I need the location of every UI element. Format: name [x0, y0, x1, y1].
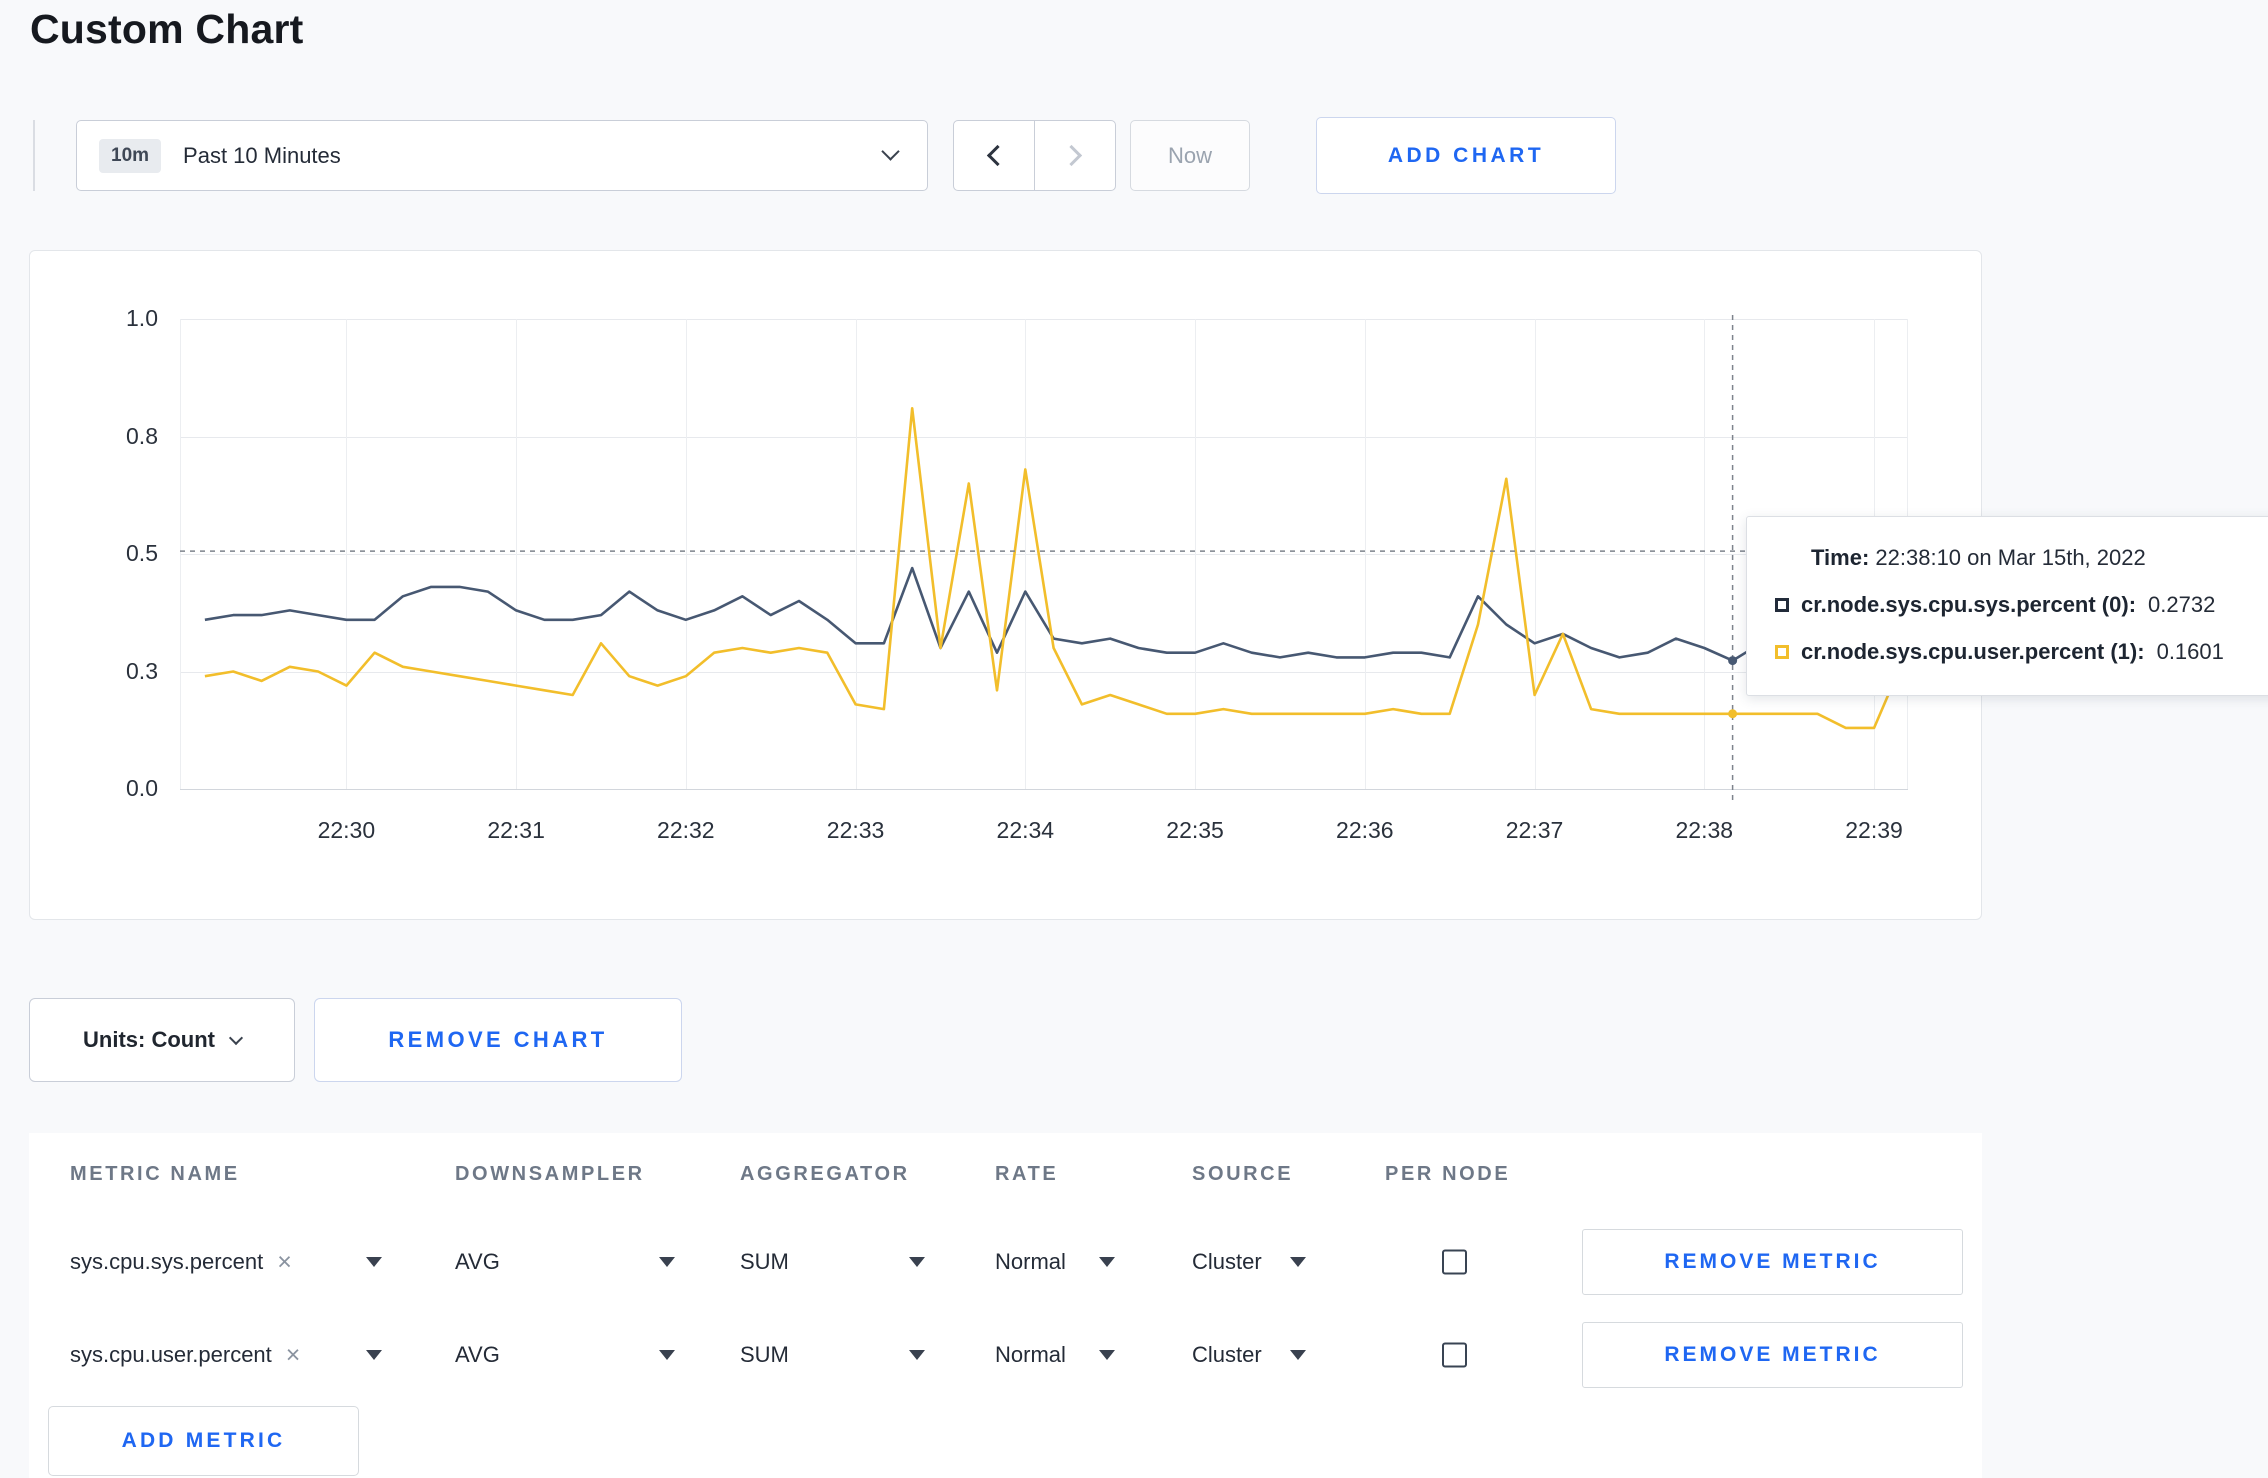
x-axis-label: 22:31 [487, 817, 545, 843]
metric-name-select[interactable]: sys.cpu.sys.percent × [70, 1225, 382, 1299]
tooltip-series-label: cr.node.sys.cpu.user.percent (1): [1801, 639, 2145, 664]
x-axis-label: 22:34 [996, 817, 1055, 843]
prev-time-button[interactable] [954, 121, 1035, 190]
chevron-left-icon [986, 144, 1009, 167]
rate-value: Normal [995, 1249, 1066, 1274]
x-axis-label: 22:33 [826, 817, 885, 843]
metric-row: sys.cpu.user.percent × AVG SUM Normal Cl… [29, 1318, 1982, 1392]
x-axis-label: 22:35 [1166, 817, 1224, 843]
tooltip-series-value: 0.2732 [2148, 592, 2216, 617]
column-header-source: SOURCE [1192, 1163, 1294, 1185]
remove-chart-button[interactable]: REMOVE CHART [314, 998, 682, 1082]
aggregator-value: SUM [740, 1342, 789, 1367]
y-axis-label: 0.8 [126, 422, 158, 449]
gridline [180, 789, 1908, 790]
y-axis-label: 1.0 [126, 305, 158, 331]
chevron-right-icon [1060, 144, 1083, 167]
metrics-table: METRIC NAME DOWNSAMPLER AGGREGATOR RATE … [29, 1133, 1982, 1478]
chart-tooltip: Time: 22:38:10 on Mar 15th, 2022 cr.node… [1746, 516, 2268, 696]
next-time-button[interactable] [1035, 121, 1115, 190]
chart-card: 0.0 0.3 0.5 0.8 1.0 22:30 22:31 22:32 22:33 22:34… [29, 250, 1982, 920]
units-label: Units: Count [83, 1027, 215, 1052]
plot-area[interactable]: 0.0 0.3 0.5 0.8 1.0 22:30 22:31 22:32 22:33 22:34… [126, 305, 1908, 843]
caret-down-icon [1290, 1257, 1306, 1267]
x-axis-label: 22:38 [1675, 817, 1734, 843]
clear-metric-x-icon[interactable]: × [286, 1342, 301, 1368]
caret-down-icon [1290, 1350, 1306, 1360]
time-range-badge: 10m [99, 138, 162, 173]
x-axis-label: 22:36 [1336, 817, 1394, 843]
column-header-downsampler: DOWNSAMPLER [455, 1163, 645, 1185]
caret-down-icon [366, 1257, 382, 1267]
rate-select[interactable]: Normal [995, 1318, 1115, 1392]
downsampler-select[interactable]: AVG [455, 1225, 675, 1299]
y-axis-label: 0.5 [126, 540, 158, 566]
source-value: Cluster [1192, 1342, 1262, 1367]
aggregator-select[interactable]: SUM [740, 1318, 925, 1392]
rate-value: Normal [995, 1342, 1066, 1367]
y-axis-label: 0.3 [126, 657, 158, 684]
caret-down-icon [1099, 1257, 1115, 1267]
caret-down-icon [1099, 1350, 1115, 1360]
tooltip-series-value: 0.1601 [2156, 639, 2224, 664]
metric-row: sys.cpu.sys.percent × AVG SUM Normal Clu… [29, 1225, 1982, 1299]
tooltip-series-row: cr.node.sys.cpu.user.percent (1): 0.1601 [1775, 639, 2262, 665]
add-chart-button[interactable]: ADD CHART [1316, 117, 1616, 194]
caret-down-icon [366, 1350, 382, 1360]
column-header-metric-name: METRIC NAME [70, 1163, 240, 1185]
clear-metric-x-icon[interactable]: × [277, 1249, 292, 1275]
column-header-per-node: PER NODE [1385, 1163, 1511, 1185]
series-line-1 [204, 407, 1904, 730]
aggregator-select[interactable]: SUM [740, 1225, 925, 1299]
downsampler-value: AVG [455, 1342, 500, 1367]
metric-name-value: sys.cpu.sys.percent [70, 1249, 264, 1274]
units-select[interactable]: Units: Count [29, 998, 295, 1082]
tooltip-time-label: Time: [1811, 545, 1870, 570]
downsampler-select[interactable]: AVG [455, 1318, 675, 1392]
source-value: Cluster [1192, 1249, 1262, 1274]
caret-down-icon [909, 1350, 925, 1360]
crosshair-point [1728, 656, 1738, 666]
series-swatch-icon [1775, 645, 1789, 659]
metric-name-value: sys.cpu.user.percent [70, 1342, 272, 1367]
time-nav-group [953, 120, 1116, 191]
x-axis-label: 22:32 [657, 817, 715, 843]
per-node-checkbox[interactable] [1442, 1342, 1467, 1368]
series-swatch-icon [1775, 598, 1789, 612]
y-axis-label: 0.0 [126, 775, 158, 801]
source-select[interactable]: Cluster [1192, 1318, 1306, 1392]
toolbar-divider [33, 120, 35, 191]
x-axis-label: 22:37 [1505, 817, 1564, 843]
time-range-label: Past 10 Minutes [183, 142, 341, 168]
x-axis-label: 22:39 [1845, 817, 1903, 843]
chart-series-svg [180, 315, 1908, 803]
caret-down-icon [659, 1350, 675, 1360]
tooltip-series-row: cr.node.sys.cpu.sys.percent (0): 0.2732 [1775, 592, 2262, 618]
per-node-checkbox[interactable] [1442, 1249, 1467, 1275]
caret-down-icon [909, 1257, 925, 1267]
remove-metric-button[interactable]: REMOVE METRIC [1582, 1229, 1963, 1295]
tooltip-time-row: Time: 22:38:10 on Mar 15th, 2022 [1811, 545, 2262, 571]
aggregator-value: SUM [740, 1249, 789, 1274]
page-title: Custom Chart [30, 6, 304, 52]
column-header-aggregator: AGGREGATOR [740, 1163, 910, 1185]
x-axis-label: 22:30 [317, 817, 376, 843]
time-range-select[interactable]: 10m Past 10 Minutes [76, 120, 928, 191]
crosshair-point [1728, 709, 1738, 719]
tooltip-series-label: cr.node.sys.cpu.sys.percent (0): [1801, 592, 2137, 617]
remove-metric-button[interactable]: REMOVE METRIC [1582, 1322, 1963, 1388]
caret-down-icon [659, 1257, 675, 1267]
rate-select[interactable]: Normal [995, 1225, 1115, 1299]
add-metric-button[interactable]: ADD METRIC [48, 1406, 359, 1476]
column-header-rate: RATE [995, 1163, 1059, 1185]
chevron-down-icon [881, 142, 900, 161]
downsampler-value: AVG [455, 1249, 500, 1274]
metric-name-select[interactable]: sys.cpu.user.percent × [70, 1318, 382, 1392]
custom-chart-page: { "page": { "title": "Custom Chart", "ba… [0, 0, 2268, 1478]
source-select[interactable]: Cluster [1192, 1225, 1306, 1299]
tooltip-time-value: 22:38:10 on Mar 15th, 2022 [1875, 545, 2146, 570]
now-button[interactable]: Now [1130, 120, 1250, 191]
chevron-down-icon [228, 1030, 244, 1046]
